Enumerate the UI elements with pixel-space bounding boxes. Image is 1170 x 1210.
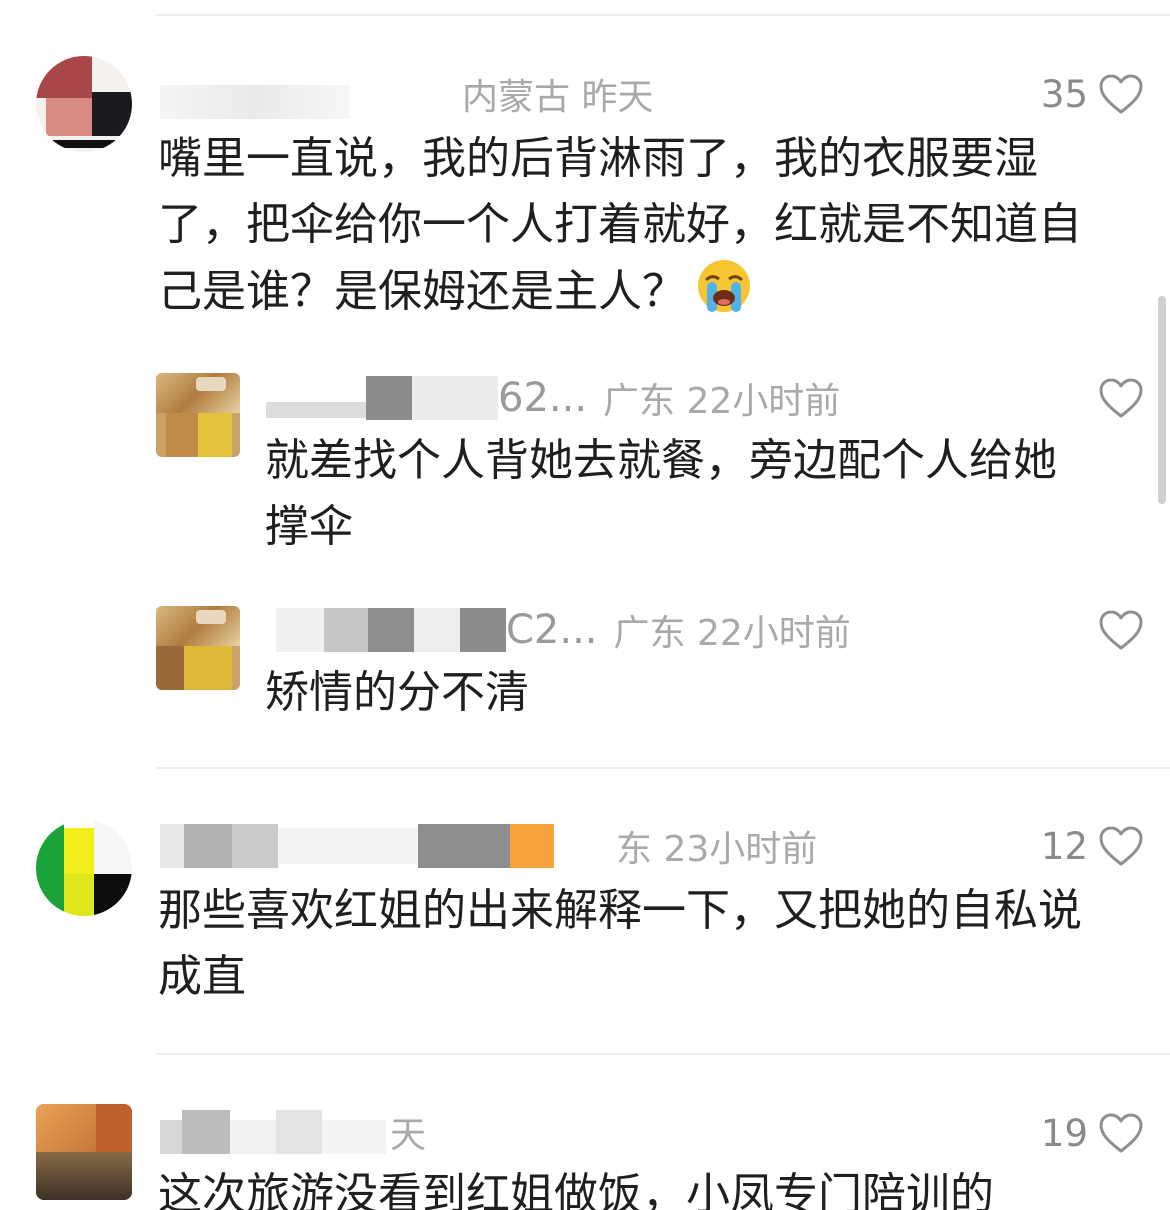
heart-icon: [1099, 1113, 1143, 1153]
loudly-crying-face-icon: [698, 260, 750, 312]
username[interactable]: C2...: [506, 607, 598, 653]
reply-header: C2... 广东 22小时前: [266, 607, 851, 654]
username-blur: [160, 85, 350, 119]
like-button[interactable]: 19: [1041, 1111, 1144, 1155]
username-blur: [160, 824, 600, 868]
location-time: 东 23小时前: [616, 829, 818, 870]
avatar[interactable]: [36, 1104, 132, 1200]
comment-header: 东 23小时前: [160, 824, 817, 870]
username[interactable]: 62...: [498, 375, 587, 421]
reply-header: 62... 广东 22小时前: [266, 375, 840, 422]
comment-text: 这次旅游没看到红姐做饭，小凤专门陪训的: [158, 1169, 994, 1210]
like-button[interactable]: 35: [1041, 72, 1144, 116]
reply-text: 矫情的分不清: [265, 667, 529, 718]
reply-text: 就差找个人背她去就餐，旁边配个人给她撑伞: [265, 435, 1057, 552]
username-blur: [160, 1110, 386, 1154]
like-button[interactable]: [1098, 608, 1144, 652]
comment-text: 那些喜欢红姐的出来解释一下，又把她的自私说成直: [158, 885, 1082, 1002]
location-time: 内蒙古 昨天: [462, 77, 654, 118]
avatar[interactable]: [156, 373, 240, 457]
like-button[interactable]: 12: [1041, 824, 1144, 868]
heart-icon: [1099, 610, 1143, 650]
divider: [156, 1053, 1170, 1055]
heart-icon: [1099, 74, 1143, 114]
like-button[interactable]: [1098, 376, 1144, 420]
heart-icon: [1099, 378, 1143, 418]
scrollbar[interactable]: [1158, 296, 1166, 504]
location-time: 天: [390, 1115, 427, 1156]
comment-header: 天: [160, 1110, 426, 1156]
comment-header: 内蒙古 昨天: [160, 72, 653, 119]
location-time: 广东 22小时前: [603, 381, 841, 422]
location-time: 广东 22小时前: [613, 613, 851, 654]
avatar[interactable]: [156, 606, 240, 690]
comment-text: 嘴里一直说，我的后背淋雨了，我的衣服要湿了，把伞给你一个人打着就好，红就是不知道…: [158, 133, 1082, 317]
like-count: 19: [1040, 1111, 1088, 1155]
divider: [156, 14, 1170, 16]
like-count: 35: [1040, 72, 1088, 116]
heart-icon: [1099, 826, 1143, 866]
avatar[interactable]: [36, 56, 132, 152]
like-count: 12: [1040, 824, 1088, 868]
divider: [156, 767, 1170, 769]
username-blur: [266, 376, 498, 420]
username-blur: [266, 608, 506, 652]
avatar[interactable]: [36, 820, 132, 916]
